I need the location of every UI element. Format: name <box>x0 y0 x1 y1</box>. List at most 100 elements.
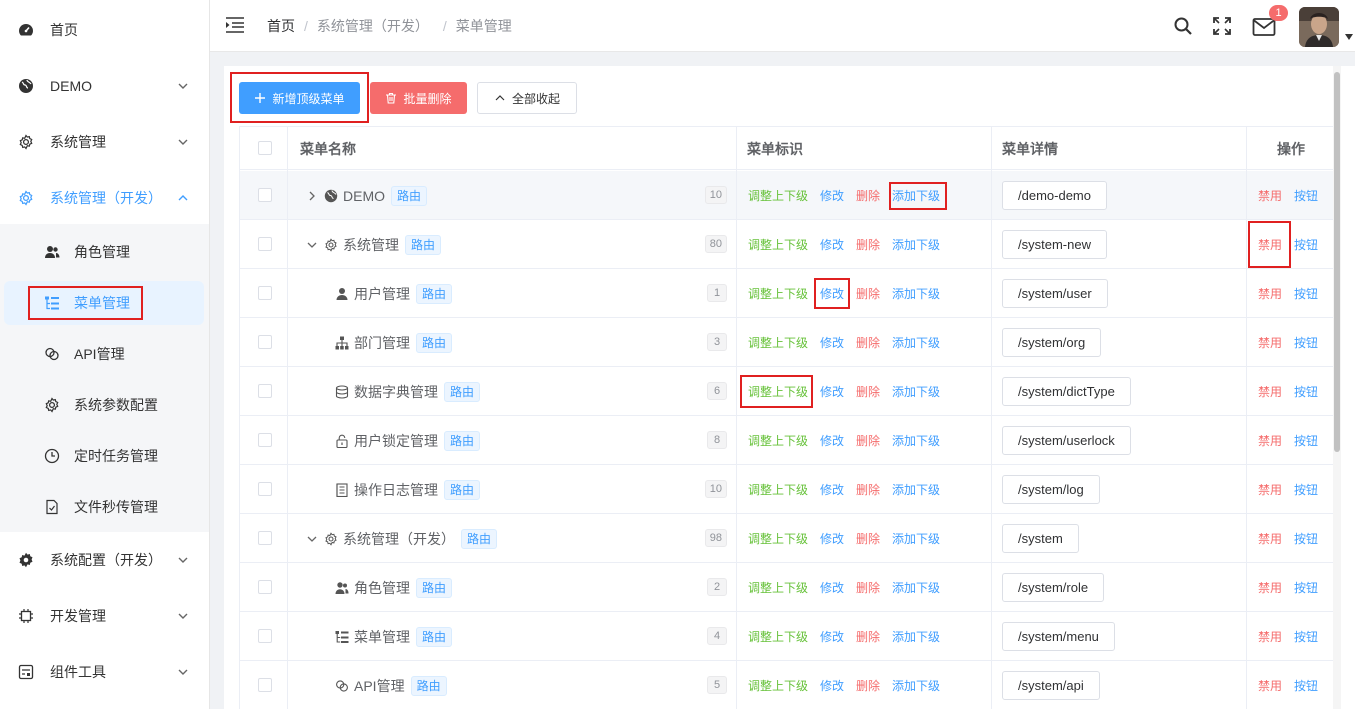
breadcrumb-system-dev[interactable]: 系统管理（开发） <box>317 16 429 36</box>
collapse-all-button[interactable]: 全部收起 <box>477 82 577 114</box>
sidebar-subitem-params[interactable]: 系统参数配置 <box>4 383 204 427</box>
disable-link[interactable]: 禁用 <box>1258 318 1282 367</box>
adjust-level-link[interactable]: 调整上下级 <box>748 220 808 269</box>
adjust-level-link[interactable]: 调整上下级 <box>748 367 808 416</box>
breadcrumb-home[interactable]: 首页 <box>267 16 295 36</box>
button-link[interactable]: 按钮 <box>1294 563 1318 612</box>
sidebar-item-system-dev[interactable]: 系统管理（开发） <box>0 170 209 226</box>
button-link[interactable]: 按钮 <box>1294 612 1318 661</box>
table-row[interactable]: DEMO 路由 10 调整上下级 修改 删除 添加下级/demo-demo 禁用 按钮 <box>240 171 1334 220</box>
fullscreen-icon[interactable] <box>1212 16 1232 36</box>
disable-link[interactable]: 禁用 <box>1258 171 1282 220</box>
adjust-level-link[interactable]: 调整上下级 <box>748 514 808 563</box>
delete-link[interactable]: 删除 <box>856 416 880 465</box>
row-checkbox[interactable] <box>258 237 272 251</box>
sidebar-item-tools[interactable]: 组件工具 <box>0 644 209 700</box>
caret-down-icon[interactable] <box>1345 34 1353 40</box>
table-row[interactable]: 操作日志管理 路由 10 调整上下级 修改 删除 添加下级/system/log 禁用 按钮 <box>240 465 1334 514</box>
table-row[interactable]: 系统管理（开发） 路由 98 调整上下级 修改 删除 添加下级/system 禁用 按钮 <box>240 514 1334 563</box>
row-checkbox[interactable] <box>258 531 272 545</box>
delete-link[interactable]: 删除 <box>856 514 880 563</box>
scrollbar-thumb[interactable] <box>1334 72 1340 452</box>
adjust-level-link[interactable]: 调整上下级 <box>748 612 808 661</box>
edit-link[interactable]: 修改 <box>820 465 844 514</box>
add-top-menu-button[interactable]: 新增顶级菜单 <box>239 82 360 114</box>
add-child-link[interactable]: 添加下级 <box>892 416 940 465</box>
edit-link[interactable]: 修改 <box>820 416 844 465</box>
adjust-level-link[interactable]: 调整上下级 <box>748 269 808 318</box>
disable-link[interactable]: 禁用 <box>1258 269 1282 318</box>
add-child-link[interactable]: 添加下级 <box>892 318 940 367</box>
table-row[interactable]: API管理 路由 5 调整上下级 修改 删除 添加下级/system/api 禁用 按钮 <box>240 661 1334 709</box>
edit-link[interactable]: 修改 <box>820 514 844 563</box>
row-checkbox[interactable] <box>258 629 272 643</box>
button-link[interactable]: 按钮 <box>1294 514 1318 563</box>
adjust-level-link[interactable]: 调整上下级 <box>748 465 808 514</box>
adjust-level-link[interactable]: 调整上下级 <box>748 318 808 367</box>
add-child-link[interactable]: 添加下级 <box>892 514 940 563</box>
add-child-link[interactable]: 添加下级 <box>892 612 940 661</box>
delete-link[interactable]: 删除 <box>856 612 880 661</box>
search-icon[interactable] <box>1173 16 1193 36</box>
disable-link[interactable]: 禁用 <box>1258 367 1282 416</box>
chevron-down-icon[interactable] <box>306 533 318 545</box>
table-row[interactable]: 用户锁定管理 路由 8 调整上下级 修改 删除 添加下级/system/userlock 禁用… <box>240 416 1334 465</box>
adjust-level-link[interactable]: 调整上下级 <box>748 563 808 612</box>
add-child-link[interactable]: 添加下级 <box>892 269 940 318</box>
sidebar-item-demo[interactable]: DEMO <box>0 58 209 114</box>
row-checkbox[interactable] <box>258 384 272 398</box>
button-link[interactable]: 按钮 <box>1294 465 1318 514</box>
table-row[interactable]: 角色管理 路由 2 调整上下级 修改 删除 添加下级/system/role 禁用 按钮 <box>240 563 1334 612</box>
disable-link[interactable]: 禁用 <box>1258 514 1282 563</box>
avatar[interactable] <box>1299 7 1339 47</box>
edit-link[interactable]: 修改 <box>820 661 844 709</box>
add-child-link[interactable]: 添加下级 <box>892 367 940 416</box>
edit-link[interactable]: 修改 <box>820 318 844 367</box>
chevron-right-icon[interactable] <box>306 190 318 202</box>
table-row[interactable]: 系统管理 路由 80 调整上下级 修改 删除 添加下级/system-new 禁用 按钮 <box>240 220 1334 269</box>
table-row[interactable]: 菜单管理 路由 4 调整上下级 修改 删除 添加下级/system/menu 禁用 按钮 <box>240 612 1334 661</box>
delete-link[interactable]: 删除 <box>856 465 880 514</box>
disable-link[interactable]: 禁用 <box>1258 220 1282 269</box>
sidebar-subitem-file[interactable]: 文件秒传管理 <box>4 485 204 529</box>
row-checkbox[interactable] <box>258 482 272 496</box>
row-checkbox[interactable] <box>258 678 272 692</box>
delete-link[interactable]: 删除 <box>856 661 880 709</box>
delete-link[interactable]: 删除 <box>856 220 880 269</box>
delete-link[interactable]: 删除 <box>856 367 880 416</box>
add-child-link[interactable]: 添加下级 <box>892 661 940 709</box>
table-row[interactable]: 部门管理 路由 3 调整上下级 修改 删除 添加下级/system/org 禁用 按钮 <box>240 318 1334 367</box>
button-link[interactable]: 按钮 <box>1294 269 1318 318</box>
add-child-link[interactable]: 添加下级 <box>892 563 940 612</box>
disable-link[interactable]: 禁用 <box>1258 416 1282 465</box>
row-checkbox[interactable] <box>258 335 272 349</box>
disable-link[interactable]: 禁用 <box>1258 465 1282 514</box>
disable-link[interactable]: 禁用 <box>1258 563 1282 612</box>
row-checkbox[interactable] <box>258 580 272 594</box>
disable-link[interactable]: 禁用 <box>1258 612 1282 661</box>
sidebar-item-dev[interactable]: 开发管理 <box>0 588 209 644</box>
adjust-level-link[interactable]: 调整上下级 <box>748 661 808 709</box>
delete-link[interactable]: 删除 <box>856 171 880 220</box>
select-all-checkbox[interactable] <box>258 141 272 155</box>
delete-link[interactable]: 删除 <box>856 269 880 318</box>
scrollbar[interactable] <box>1333 66 1341 709</box>
disable-link[interactable]: 禁用 <box>1258 661 1282 709</box>
edit-link[interactable]: 修改 <box>820 269 844 318</box>
adjust-level-link[interactable]: 调整上下级 <box>748 416 808 465</box>
delete-link[interactable]: 删除 <box>856 318 880 367</box>
sidebar-item-home[interactable]: 首页 <box>0 2 209 58</box>
row-checkbox[interactable] <box>258 188 272 202</box>
edit-link[interactable]: 修改 <box>820 367 844 416</box>
button-link[interactable]: 按钮 <box>1294 661 1318 709</box>
table-row[interactable]: 用户管理 路由 1 调整上下级 修改 删除 添加下级/system/user 禁用 按钮 <box>240 269 1334 318</box>
row-checkbox[interactable] <box>258 433 272 447</box>
menu-fold-icon[interactable] <box>226 17 244 33</box>
edit-link[interactable]: 修改 <box>820 563 844 612</box>
row-checkbox[interactable] <box>258 286 272 300</box>
button-link[interactable]: 按钮 <box>1294 367 1318 416</box>
add-child-link[interactable]: 添加下级 <box>892 171 940 220</box>
delete-link[interactable]: 删除 <box>856 563 880 612</box>
chevron-down-icon[interactable] <box>306 239 318 251</box>
button-link[interactable]: 按钮 <box>1294 318 1318 367</box>
